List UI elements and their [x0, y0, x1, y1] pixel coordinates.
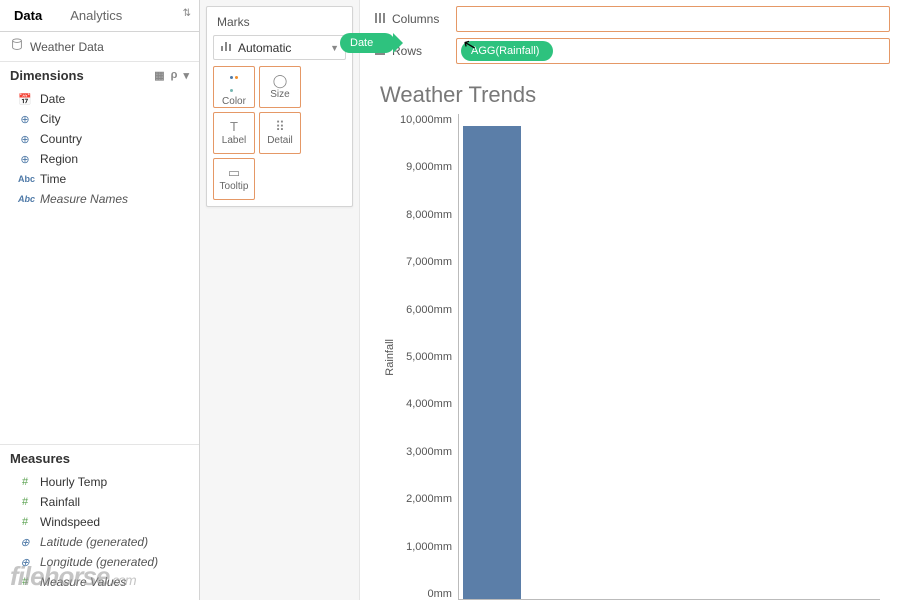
marks-tile-color[interactable]: Color [213, 66, 255, 108]
columns-icon [374, 12, 386, 27]
chevron-down-icon: ▼ [330, 43, 339, 53]
datasource-icon [10, 38, 24, 55]
rows-dropzone[interactable]: AGG(Rainfall) [456, 38, 890, 64]
tab-data[interactable]: Data [0, 0, 56, 31]
tab-menu-icon[interactable]: ⇅ [175, 0, 199, 31]
field-label: Measure Names [40, 192, 128, 206]
y-tick: 10,000mm [400, 114, 452, 126]
y-tick: 9,000mm [406, 161, 452, 173]
dimensions-list: 📅Date⊕City⊕Country⊕RegionAbcTimeAbcMeasu… [0, 87, 199, 217]
shelves: Columns Rows AGG(Rainfall) [360, 0, 900, 72]
y-tick: 5,000mm [406, 351, 452, 363]
field-label: Longitude (generated) [40, 555, 158, 569]
menu-icon[interactable]: ▾ [183, 69, 189, 82]
measure-field[interactable]: #Hourly Temp [0, 472, 199, 492]
marks-tile-detail[interactable]: ⠿Detail [259, 112, 301, 154]
measure-field[interactable]: ⊕Longitude (generated) [0, 552, 199, 572]
chart-area: Weather Trends Rainfall 10,000mm 9,000mm 8… [360, 72, 900, 600]
marks-panel: Marks Automatic ▼ Color ◯SizeTLabel⠿Detai… [200, 0, 360, 600]
marks-type-label: Automatic [238, 41, 291, 55]
columns-shelf[interactable]: Columns [370, 6, 890, 32]
field-label: Rainfall [40, 495, 80, 509]
y-tick: 6,000mm [406, 304, 452, 316]
tab-analytics[interactable]: Analytics [56, 0, 136, 31]
y-tick: 2,000mm [406, 493, 452, 505]
y-tick: 8,000mm [406, 209, 452, 221]
datasource-row[interactable]: Weather Data [0, 32, 199, 61]
measure-field[interactable]: #Rainfall [0, 492, 199, 512]
y-tick: 0mm [428, 588, 452, 600]
marks-tile-label[interactable]: TLabel [213, 112, 255, 154]
measures-list: #Hourly Temp#Rainfall#Windspeed⊕Latitude… [0, 470, 199, 600]
y-tick: 3,000mm [406, 446, 452, 458]
bar-chart-icon [220, 40, 232, 55]
dimension-field[interactable]: ⊕Country [0, 129, 199, 149]
tile-label: Size [270, 89, 289, 100]
y-tick: 4,000mm [406, 398, 452, 410]
y-axis: 10,000mm 9,000mm 8,000mm 7,000mm 6,000mm 5,00… [400, 114, 458, 600]
field-label: Time [40, 172, 66, 186]
field-label: City [40, 112, 61, 126]
field-label: Country [40, 132, 82, 146]
tile-label: Color [222, 96, 246, 107]
measure-field[interactable]: #Windspeed [0, 512, 199, 532]
dimension-field[interactable]: ⊕Region [0, 149, 199, 169]
drag-pill-date[interactable]: Date [340, 33, 395, 53]
field-label: Date [40, 92, 65, 106]
tile-label: Tooltip [220, 181, 249, 192]
dimension-field[interactable]: 📅Date [0, 89, 199, 109]
sidebar-tabs: Data Analytics ⇅ [0, 0, 199, 32]
dimension-field[interactable]: AbcMeasure Names [0, 189, 199, 209]
columns-label: Columns [392, 12, 439, 26]
y-axis-title: Rainfall [380, 339, 400, 376]
marks-title: Marks [213, 13, 346, 35]
worksheet: Columns Rows AGG(Rainfall) Weather Trend… [360, 0, 900, 600]
field-label: Region [40, 152, 78, 166]
y-tick: 7,000mm [406, 256, 452, 268]
marks-tile-size[interactable]: ◯Size [259, 66, 301, 108]
field-label: Windspeed [40, 515, 100, 529]
measure-field[interactable]: ⊕Latitude (generated) [0, 532, 199, 552]
marks-tiles: Color ◯SizeTLabel⠿Detail▭Tooltip [213, 66, 346, 200]
field-label: Latitude (generated) [40, 535, 148, 549]
marks-tile-tooltip[interactable]: ▭Tooltip [213, 158, 255, 200]
dimensions-header: Dimensions ▦ ρ ▾ [0, 61, 199, 87]
y-tick: 1,000mm [406, 541, 452, 553]
marks-type-dropdown[interactable]: Automatic ▼ [213, 35, 346, 60]
chart-title[interactable]: Weather Trends [380, 82, 880, 108]
dimension-field[interactable]: ⊕City [0, 109, 199, 129]
rows-pill-rainfall[interactable]: AGG(Rainfall) [461, 41, 553, 61]
field-label: Measure Values [40, 575, 126, 589]
measures-label: Measures [10, 451, 70, 466]
datasource-name: Weather Data [30, 40, 104, 54]
rows-shelf[interactable]: Rows AGG(Rainfall) [370, 38, 890, 64]
tile-label: Detail [267, 135, 293, 146]
bar-rainfall[interactable] [463, 126, 521, 599]
tile-label: Label [222, 135, 246, 146]
data-sidebar: Data Analytics ⇅ Weather Data Dimensions… [0, 0, 200, 600]
plot: Rainfall 10,000mm 9,000mm 8,000mm 7,000mm 6,… [380, 114, 880, 600]
search-icon[interactable]: ρ [171, 69, 178, 82]
dimension-field[interactable]: AbcTime [0, 169, 199, 189]
measure-field[interactable]: #Measure Values [0, 572, 199, 592]
field-label: Hourly Temp [40, 475, 107, 489]
marks-card: Marks Automatic ▼ Color ◯SizeTLabel⠿Detai… [206, 6, 353, 207]
columns-dropzone[interactable] [456, 6, 890, 32]
dimensions-label: Dimensions [10, 68, 84, 83]
view-toggle-icon[interactable]: ▦ [154, 69, 164, 82]
plot-body[interactable] [458, 114, 880, 600]
measures-header: Measures [0, 444, 199, 470]
